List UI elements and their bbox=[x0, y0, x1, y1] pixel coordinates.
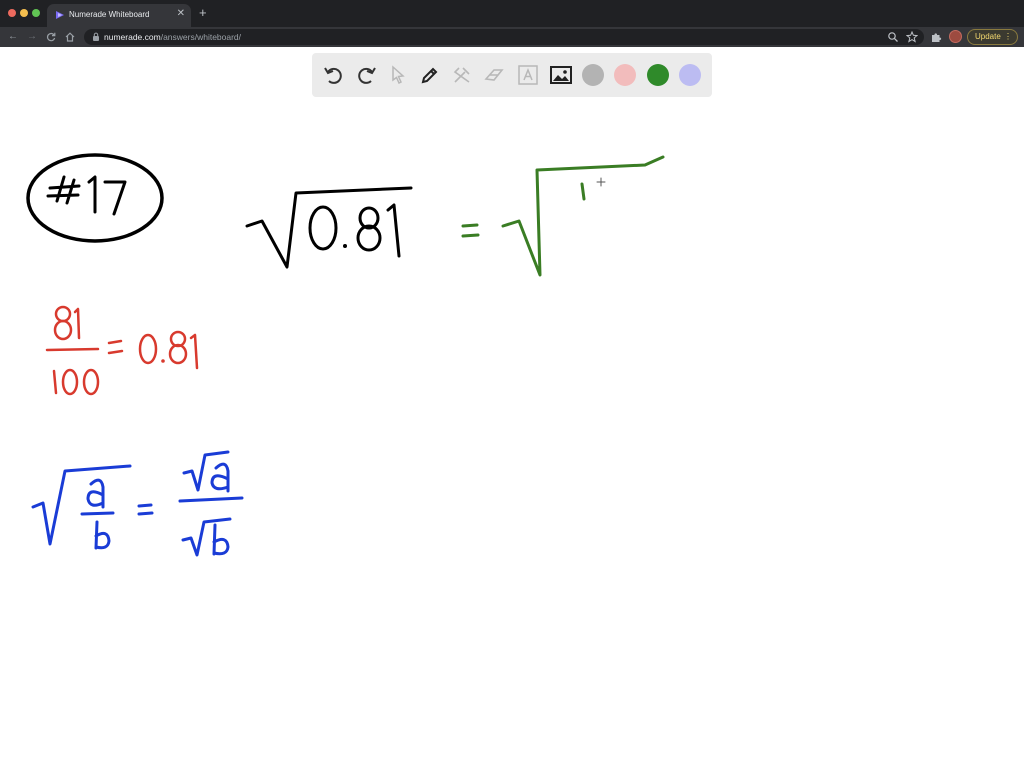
pen-icon[interactable] bbox=[418, 63, 442, 87]
more-menu-icon[interactable]: ⋮ bbox=[1004, 30, 1012, 44]
color-swatch-green[interactable] bbox=[647, 64, 669, 86]
new-tab-button[interactable]: + bbox=[199, 6, 207, 20]
close-window-button[interactable] bbox=[8, 9, 16, 17]
tools-icon[interactable] bbox=[450, 63, 474, 87]
color-swatch-lavender[interactable] bbox=[679, 64, 701, 86]
eraser-icon[interactable] bbox=[482, 63, 506, 87]
green-radical-in-progress bbox=[461, 155, 665, 277]
color-swatch-pink[interactable] bbox=[614, 64, 636, 86]
blue-radical-rule bbox=[31, 450, 244, 557]
tab-numerade-whiteboard[interactable]: Numerade Whiteboard ✕ bbox=[47, 4, 191, 27]
minimize-window-button[interactable] bbox=[20, 9, 28, 17]
home-icon[interactable] bbox=[63, 30, 77, 44]
whiteboard-canvas[interactable] bbox=[0, 47, 1024, 784]
tab-strip: Numerade Whiteboard ✕ + bbox=[0, 0, 1024, 27]
color-swatch-gray[interactable] bbox=[582, 64, 604, 86]
redo-icon[interactable] bbox=[354, 63, 378, 87]
address-bar[interactable]: numerade.com/answers/whiteboard/ bbox=[84, 29, 924, 45]
red-fraction-expression bbox=[45, 305, 199, 396]
numerade-logo-icon bbox=[56, 11, 64, 19]
problem-number-annotation bbox=[26, 153, 164, 243]
browser-toolbar: ← → numerade.com/answers/whiteboard/ Upd… bbox=[0, 27, 1024, 47]
lock-icon[interactable] bbox=[92, 32, 100, 42]
main-radical-expression bbox=[245, 186, 413, 269]
profile-avatar[interactable] bbox=[949, 30, 962, 43]
tab-title: Numerade Whiteboard bbox=[69, 10, 150, 19]
undo-icon[interactable] bbox=[322, 63, 346, 87]
tab-close-icon[interactable]: ✕ bbox=[177, 8, 185, 20]
update-button[interactable]: Update ⋮ bbox=[967, 29, 1018, 45]
reload-icon[interactable] bbox=[44, 30, 58, 44]
image-icon[interactable] bbox=[549, 63, 573, 87]
url-text: numerade.com/answers/whiteboard/ bbox=[104, 32, 242, 42]
bookmark-star-icon[interactable] bbox=[906, 31, 918, 43]
forward-icon[interactable]: → bbox=[25, 30, 39, 44]
zoom-window-button[interactable] bbox=[32, 9, 40, 17]
text-icon[interactable] bbox=[516, 63, 540, 87]
zoom-search-icon[interactable] bbox=[887, 31, 899, 43]
whiteboard-page: #17 0.81 81 100 0.81 = 1 a b bbox=[0, 47, 1024, 784]
back-icon[interactable]: ← bbox=[6, 30, 20, 44]
select-icon[interactable] bbox=[386, 63, 410, 87]
extensions-puzzle-icon[interactable] bbox=[930, 31, 942, 43]
whiteboard-toolbar bbox=[312, 53, 712, 97]
